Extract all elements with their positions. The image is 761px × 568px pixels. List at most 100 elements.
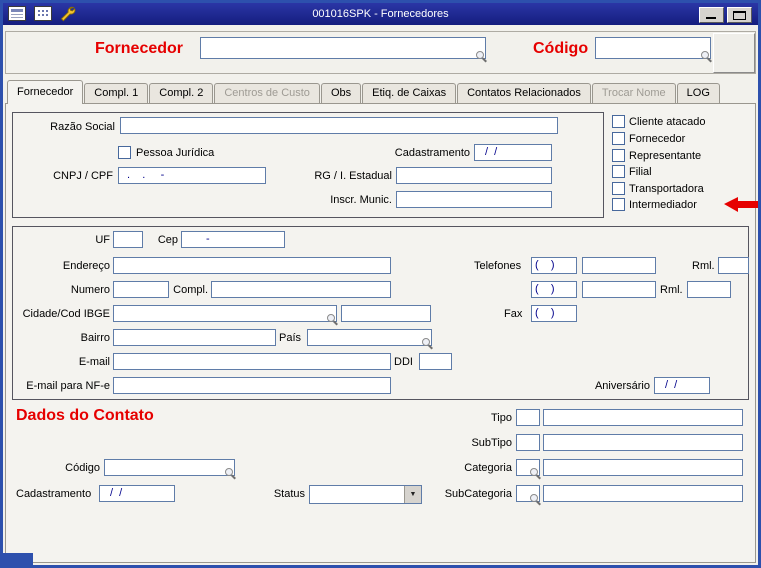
status-dropdown[interactable] (309, 485, 422, 504)
email-nfe-field[interactable] (113, 377, 391, 394)
tab-fornecedor[interactable]: Fornecedor (7, 80, 84, 104)
filial-label: Filial (629, 166, 652, 178)
email-nfe-label: E-mail para NF-e (26, 380, 110, 392)
tab-etiq-de-caixas[interactable]: Etiq. de Caixas (362, 83, 457, 103)
representante-checkbox[interactable] (612, 149, 625, 162)
subcategoria-code-field[interactable] (516, 485, 540, 502)
cnpj-cpf-field[interactable]: . . - (118, 167, 266, 184)
bottom-left-accent (3, 553, 33, 565)
cliente-atacado-label: Cliente atacado (629, 116, 706, 128)
magnifier-icon[interactable] (700, 50, 712, 62)
transportadora-checkbox[interactable] (612, 182, 625, 195)
minimize-icon (706, 17, 716, 19)
telefone1-field[interactable] (582, 257, 656, 274)
pessoa-juridica-label: Pessoa Jurídica (136, 147, 215, 159)
tipo-code-field[interactable] (516, 409, 540, 426)
magnifier-icon[interactable] (326, 313, 338, 325)
telefone2-ddd-field[interactable]: ( ) (531, 281, 577, 298)
razao-social-label: Razão Social (50, 121, 115, 133)
email-field[interactable] (113, 353, 391, 370)
numero-field[interactable] (113, 281, 169, 298)
rml2-label: Rml. (660, 284, 683, 296)
maximize-icon (733, 11, 746, 20)
fax-ddd-field[interactable]: ( ) (531, 305, 577, 322)
codigo-search-field[interactable] (595, 37, 711, 59)
categoria-code-field[interactable] (516, 459, 540, 476)
ddi-field[interactable] (419, 353, 452, 370)
cep-field[interactable]: - (181, 231, 285, 248)
header-side-button[interactable] (713, 33, 755, 73)
categoria-field[interactable] (543, 459, 743, 476)
subtipo-code-field[interactable] (516, 434, 540, 451)
pais-label: País (279, 332, 302, 344)
telefone2-field[interactable] (582, 281, 656, 298)
fornecedor-search-field[interactable] (200, 37, 486, 59)
rml2-field[interactable] (687, 281, 731, 298)
pessoa-juridica-checkbox[interactable] (118, 146, 131, 159)
email-label: E-mail (78, 356, 110, 368)
magnifier-icon[interactable] (475, 50, 487, 62)
cadastramento-date-field[interactable]: / / (474, 144, 552, 161)
tab-bar: Fornecedor Compl. 1 Compl. 2 Centros de … (7, 80, 721, 104)
razao-social-field[interactable] (120, 117, 558, 134)
aniversario-field[interactable]: / / (654, 377, 710, 394)
magnifier-icon[interactable] (224, 467, 236, 479)
contato-cadastramento-field[interactable]: / / (99, 485, 175, 502)
cnpj-cpf-label: CNPJ / CPF (53, 170, 113, 182)
intermediador-label: Intermediador (629, 199, 697, 211)
tipo-field[interactable] (543, 409, 743, 426)
aniversario-label: Aniversário (594, 380, 650, 392)
rg-estadual-field[interactable] (396, 167, 552, 184)
ddi-label: DDI (394, 356, 413, 368)
telefone1-ddd-field[interactable]: ( ) (531, 257, 577, 274)
contato-codigo-label: Código (65, 462, 100, 474)
tab-compl-2[interactable]: Compl. 2 (149, 83, 214, 103)
cadastramento-label: Cadastramento (394, 147, 470, 159)
fornecedor-checkbox[interactable] (612, 132, 625, 145)
bairro-field[interactable] (113, 329, 276, 346)
endereco-label: Endereço (62, 260, 110, 272)
tab-obs[interactable]: Obs (320, 83, 362, 103)
fornecedor-flag-label: Fornecedor (629, 133, 686, 145)
rml1-field[interactable] (718, 257, 749, 274)
dados-do-contato-title: Dados do Contato (16, 407, 154, 424)
minimize-button[interactable] (699, 7, 724, 23)
intermediador-checkbox[interactable] (612, 198, 625, 211)
fornecedores-window: 001016SPK - Fornecedores Fornecedor Códi… (0, 0, 761, 568)
endereco-field[interactable] (113, 257, 391, 274)
tab-contatos-relacionados[interactable]: Contatos Relacionados (457, 83, 591, 103)
fornecedor-header-label: Fornecedor (95, 40, 184, 57)
cidade-ibge-label: Cidade/Cod IBGE (22, 308, 110, 320)
categoria-label: Categoria (464, 462, 512, 474)
subcategoria-field[interactable] (543, 485, 743, 502)
inscr-munic-field[interactable] (396, 191, 552, 208)
filial-checkbox[interactable] (612, 165, 625, 178)
rg-estadual-label: RG / I. Estadual (314, 170, 392, 182)
status-label: Status (273, 488, 305, 500)
tab-log[interactable]: LOG (676, 83, 720, 103)
transportadora-label: Transportadora (629, 183, 704, 195)
contato-codigo-field[interactable] (104, 459, 235, 476)
compl-label: Compl. (173, 284, 208, 296)
cidade-field[interactable] (113, 305, 337, 322)
chevron-down-icon (404, 486, 421, 503)
window-title: 001016SPK - Fornecedores (312, 8, 449, 20)
uf-field[interactable] (113, 231, 143, 248)
magnifier-icon[interactable] (529, 493, 541, 505)
tab-trocar-nome: Trocar Nome (591, 83, 676, 103)
subcategoria-label: SubCategoria (444, 488, 512, 500)
contato-cadastramento-label: Cadastramento (16, 488, 92, 500)
tab-compl-1[interactable]: Compl. 1 (84, 83, 149, 103)
magnifier-icon[interactable] (421, 337, 433, 349)
inscr-munic-label: Inscr. Munic. (330, 194, 392, 206)
cliente-atacado-checkbox[interactable] (612, 115, 625, 128)
fax-label: Fax (504, 308, 523, 320)
cod-ibge-field[interactable] (341, 305, 431, 322)
pais-field[interactable] (307, 329, 432, 346)
magnifier-icon[interactable] (529, 467, 541, 479)
compl-field[interactable] (211, 281, 391, 298)
subtipo-field[interactable] (543, 434, 743, 451)
red-arrow-left-icon (724, 197, 758, 212)
maximize-button[interactable] (727, 7, 752, 23)
subtipo-label: SubTipo (471, 437, 512, 449)
